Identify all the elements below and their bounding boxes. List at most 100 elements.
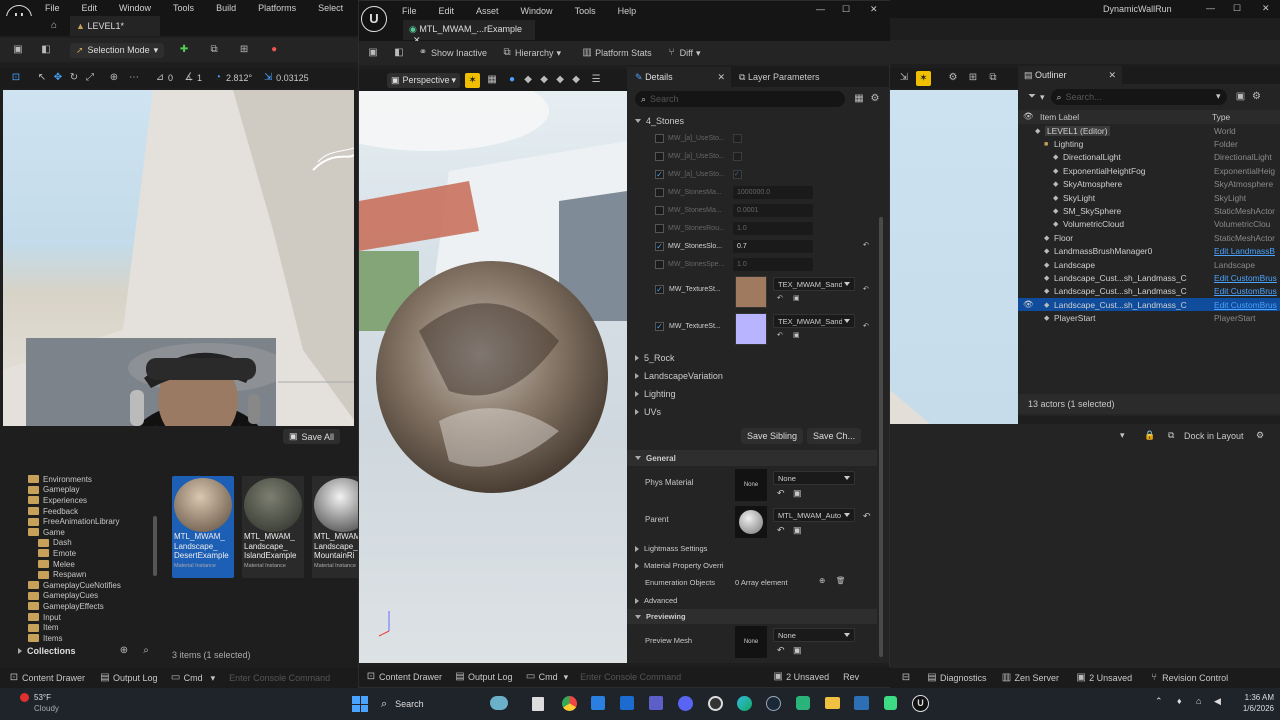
lock-icon[interactable]: 🔒: [1144, 430, 1155, 441]
parent-thumb[interactable]: [735, 506, 767, 538]
tray-chevron-icon[interactable]: ⌃: [1155, 696, 1163, 707]
folder-item[interactable]: Gameplay: [18, 485, 158, 496]
folder-icon[interactable]: [825, 697, 840, 709]
general-header[interactable]: General: [627, 450, 877, 466]
home-icon[interactable]: ⌂: [48, 20, 60, 32]
param-group-row[interactable]: 5_Rock: [627, 349, 877, 367]
param-value-checkbox[interactable]: ✓: [733, 169, 742, 179]
rotation-snap-icon[interactable]: ∡: [183, 72, 195, 84]
steam-icon[interactable]: [766, 696, 781, 711]
parent-dropdown[interactable]: MTL_MWAM_Auto: [773, 508, 855, 522]
cmd-icon[interactable]: ▭: [170, 672, 182, 684]
save-icon[interactable]: ▣: [12, 44, 24, 56]
select-tool-icon[interactable]: ↖: [36, 72, 48, 84]
param-value-checkbox[interactable]: [733, 133, 742, 143]
param-override-checkbox[interactable]: [655, 259, 664, 269]
discord-icon[interactable]: [678, 696, 693, 711]
folder-item[interactable]: FreeAnimationLibrary: [18, 516, 158, 527]
zen-server-button[interactable]: Zen Server: [1015, 673, 1060, 683]
phys-material-thumb[interactable]: None: [735, 469, 767, 501]
console-input[interactable]: Enter Console Command: [580, 672, 766, 682]
world-space-icon[interactable]: ⊕: [108, 72, 120, 84]
taskview-icon[interactable]: [854, 696, 869, 710]
material-preview-viewport[interactable]: [359, 91, 627, 663]
windows-start-icon[interactable]: [352, 696, 368, 712]
layout-icon[interactable]: ⊞: [967, 72, 979, 84]
console-input[interactable]: Enter Console Command: [229, 673, 330, 683]
folder-item[interactable]: GameplayCues: [18, 591, 158, 602]
param-value-checkbox[interactable]: [733, 151, 742, 161]
save-all-button[interactable]: ▣ Save All: [283, 429, 341, 444]
param-override-checkbox[interactable]: [655, 223, 664, 233]
unsaved-button[interactable]: 2 Unsaved: [786, 672, 829, 682]
diagnostics-button[interactable]: Diagnostics: [940, 673, 987, 683]
param-override-checkbox[interactable]: ✓: [655, 169, 664, 179]
lit-mode-icon[interactable]: ✶: [916, 70, 931, 86]
outliner-item-type[interactable]: Edit CustomBrus: [1214, 286, 1280, 296]
menu-help[interactable]: Help: [618, 6, 637, 16]
surface-snap-icon[interactable]: ⋯: [128, 72, 140, 84]
add-actor-icon[interactable]: ✚: [178, 44, 190, 56]
app-icon[interactable]: [796, 696, 810, 710]
browse-icon[interactable]: ◧: [393, 47, 405, 59]
folder-scrollbar[interactable]: [153, 516, 157, 576]
param-override-checkbox[interactable]: [655, 151, 664, 161]
right-viewport[interactable]: [890, 90, 1018, 424]
selection-mode-button[interactable]: ➚ Selection Mode ▾: [70, 42, 165, 58]
menu-tools[interactable]: Tools: [173, 3, 194, 13]
outliner-row[interactable]: ◆ Floor StaticMeshActor: [1018, 231, 1280, 244]
content-drawer-icon[interactable]: ⊡: [8, 672, 20, 684]
param-override-checkbox[interactable]: [655, 187, 664, 197]
menu-edit[interactable]: Edit: [82, 3, 98, 13]
outliner-row[interactable]: ◆ Landscape_Cust...sh_Landmass_C Edit Cust…: [1018, 285, 1280, 298]
menu-window[interactable]: Window: [521, 6, 553, 16]
details-search-input[interactable]: ⌕ Search: [635, 91, 845, 107]
reset-to-default-icon[interactable]: ↶: [863, 285, 869, 293]
close-outliner-icon[interactable]: ✕: [1108, 70, 1116, 81]
outliner-row[interactable]: ◆ PlayerStart PlayerStart: [1018, 311, 1280, 324]
outliner-row[interactable]: 👁 ◆ Landscape_Cust...sh_Landmass_C Edit Cus…: [1018, 298, 1280, 312]
microphone-icon[interactable]: ♦: [1177, 696, 1182, 706]
unsaved-button[interactable]: 2 Unsaved: [1089, 673, 1132, 683]
blueprint-icon[interactable]: ⧉: [208, 44, 220, 56]
browse-asset-icon[interactable]: ▣: [793, 331, 800, 339]
col-item-label[interactable]: Item Label: [1040, 112, 1079, 122]
cmd-button[interactable]: Cmd: [539, 672, 558, 682]
outliner-row[interactable]: ◆ LandmassBrushManager0 Edit LandmassB: [1018, 245, 1280, 258]
menu-asset[interactable]: Asset: [476, 6, 499, 16]
camera-speed-icon[interactable]: ⚙: [947, 72, 959, 84]
preview-mesh-thumb[interactable]: None: [735, 626, 767, 658]
asset-tile[interactable]: MTL_MWAM_ Landscape_ DesertExample Material…: [172, 476, 234, 578]
output-log-button[interactable]: Output Log: [113, 673, 158, 683]
settings-icon[interactable]: ⚙: [1251, 91, 1263, 103]
param-value-input[interactable]: 0.7: [733, 239, 813, 253]
param-group-row[interactable]: LandscapeVariation: [627, 367, 877, 385]
network-icon[interactable]: ⌂: [1196, 696, 1201, 706]
param-group-row[interactable]: UVs: [627, 403, 877, 421]
obs-icon[interactable]: [708, 696, 723, 711]
teams-icon[interactable]: [649, 696, 663, 710]
folder-item[interactable]: Environments: [18, 474, 158, 485]
perspective-button[interactable]: ▣ Perspective ▾: [387, 72, 461, 88]
content-icon[interactable]: ◧: [40, 44, 52, 56]
menu-build[interactable]: Build: [216, 3, 236, 13]
preview-sphere-icon[interactable]: ●: [506, 74, 518, 86]
texture-dropdown[interactable]: TEX_MWAM_Sand: [773, 277, 855, 291]
filter-icon[interactable]: ⏷: [1026, 91, 1038, 103]
outliner-item-type[interactable]: Edit CustomBrus: [1214, 273, 1280, 283]
reset-to-default-icon[interactable]: ↶: [863, 511, 871, 522]
use-selected-icon[interactable]: ↶: [777, 488, 785, 499]
preview-cylinder-icon[interactable]: ◆: [522, 74, 534, 86]
chevron-down-icon[interactable]: ▾: [1120, 430, 1125, 441]
file-explorer-icon[interactable]: [532, 697, 544, 711]
add-folder-icon[interactable]: ▣: [1235, 91, 1247, 103]
minimize-icon[interactable]: —: [816, 4, 825, 14]
play-icon[interactable]: ●: [268, 44, 280, 56]
show-flags-icon[interactable]: ▦: [486, 74, 498, 86]
menu-file[interactable]: File: [45, 3, 60, 13]
minimize-icon[interactable]: —: [1206, 3, 1215, 13]
col-type[interactable]: Type: [1212, 112, 1230, 122]
folder-item[interactable]: Game: [18, 527, 158, 538]
outliner-tab[interactable]: ▤ Outliner ✕: [1018, 66, 1122, 84]
folder-item[interactable]: Item: [18, 622, 158, 633]
